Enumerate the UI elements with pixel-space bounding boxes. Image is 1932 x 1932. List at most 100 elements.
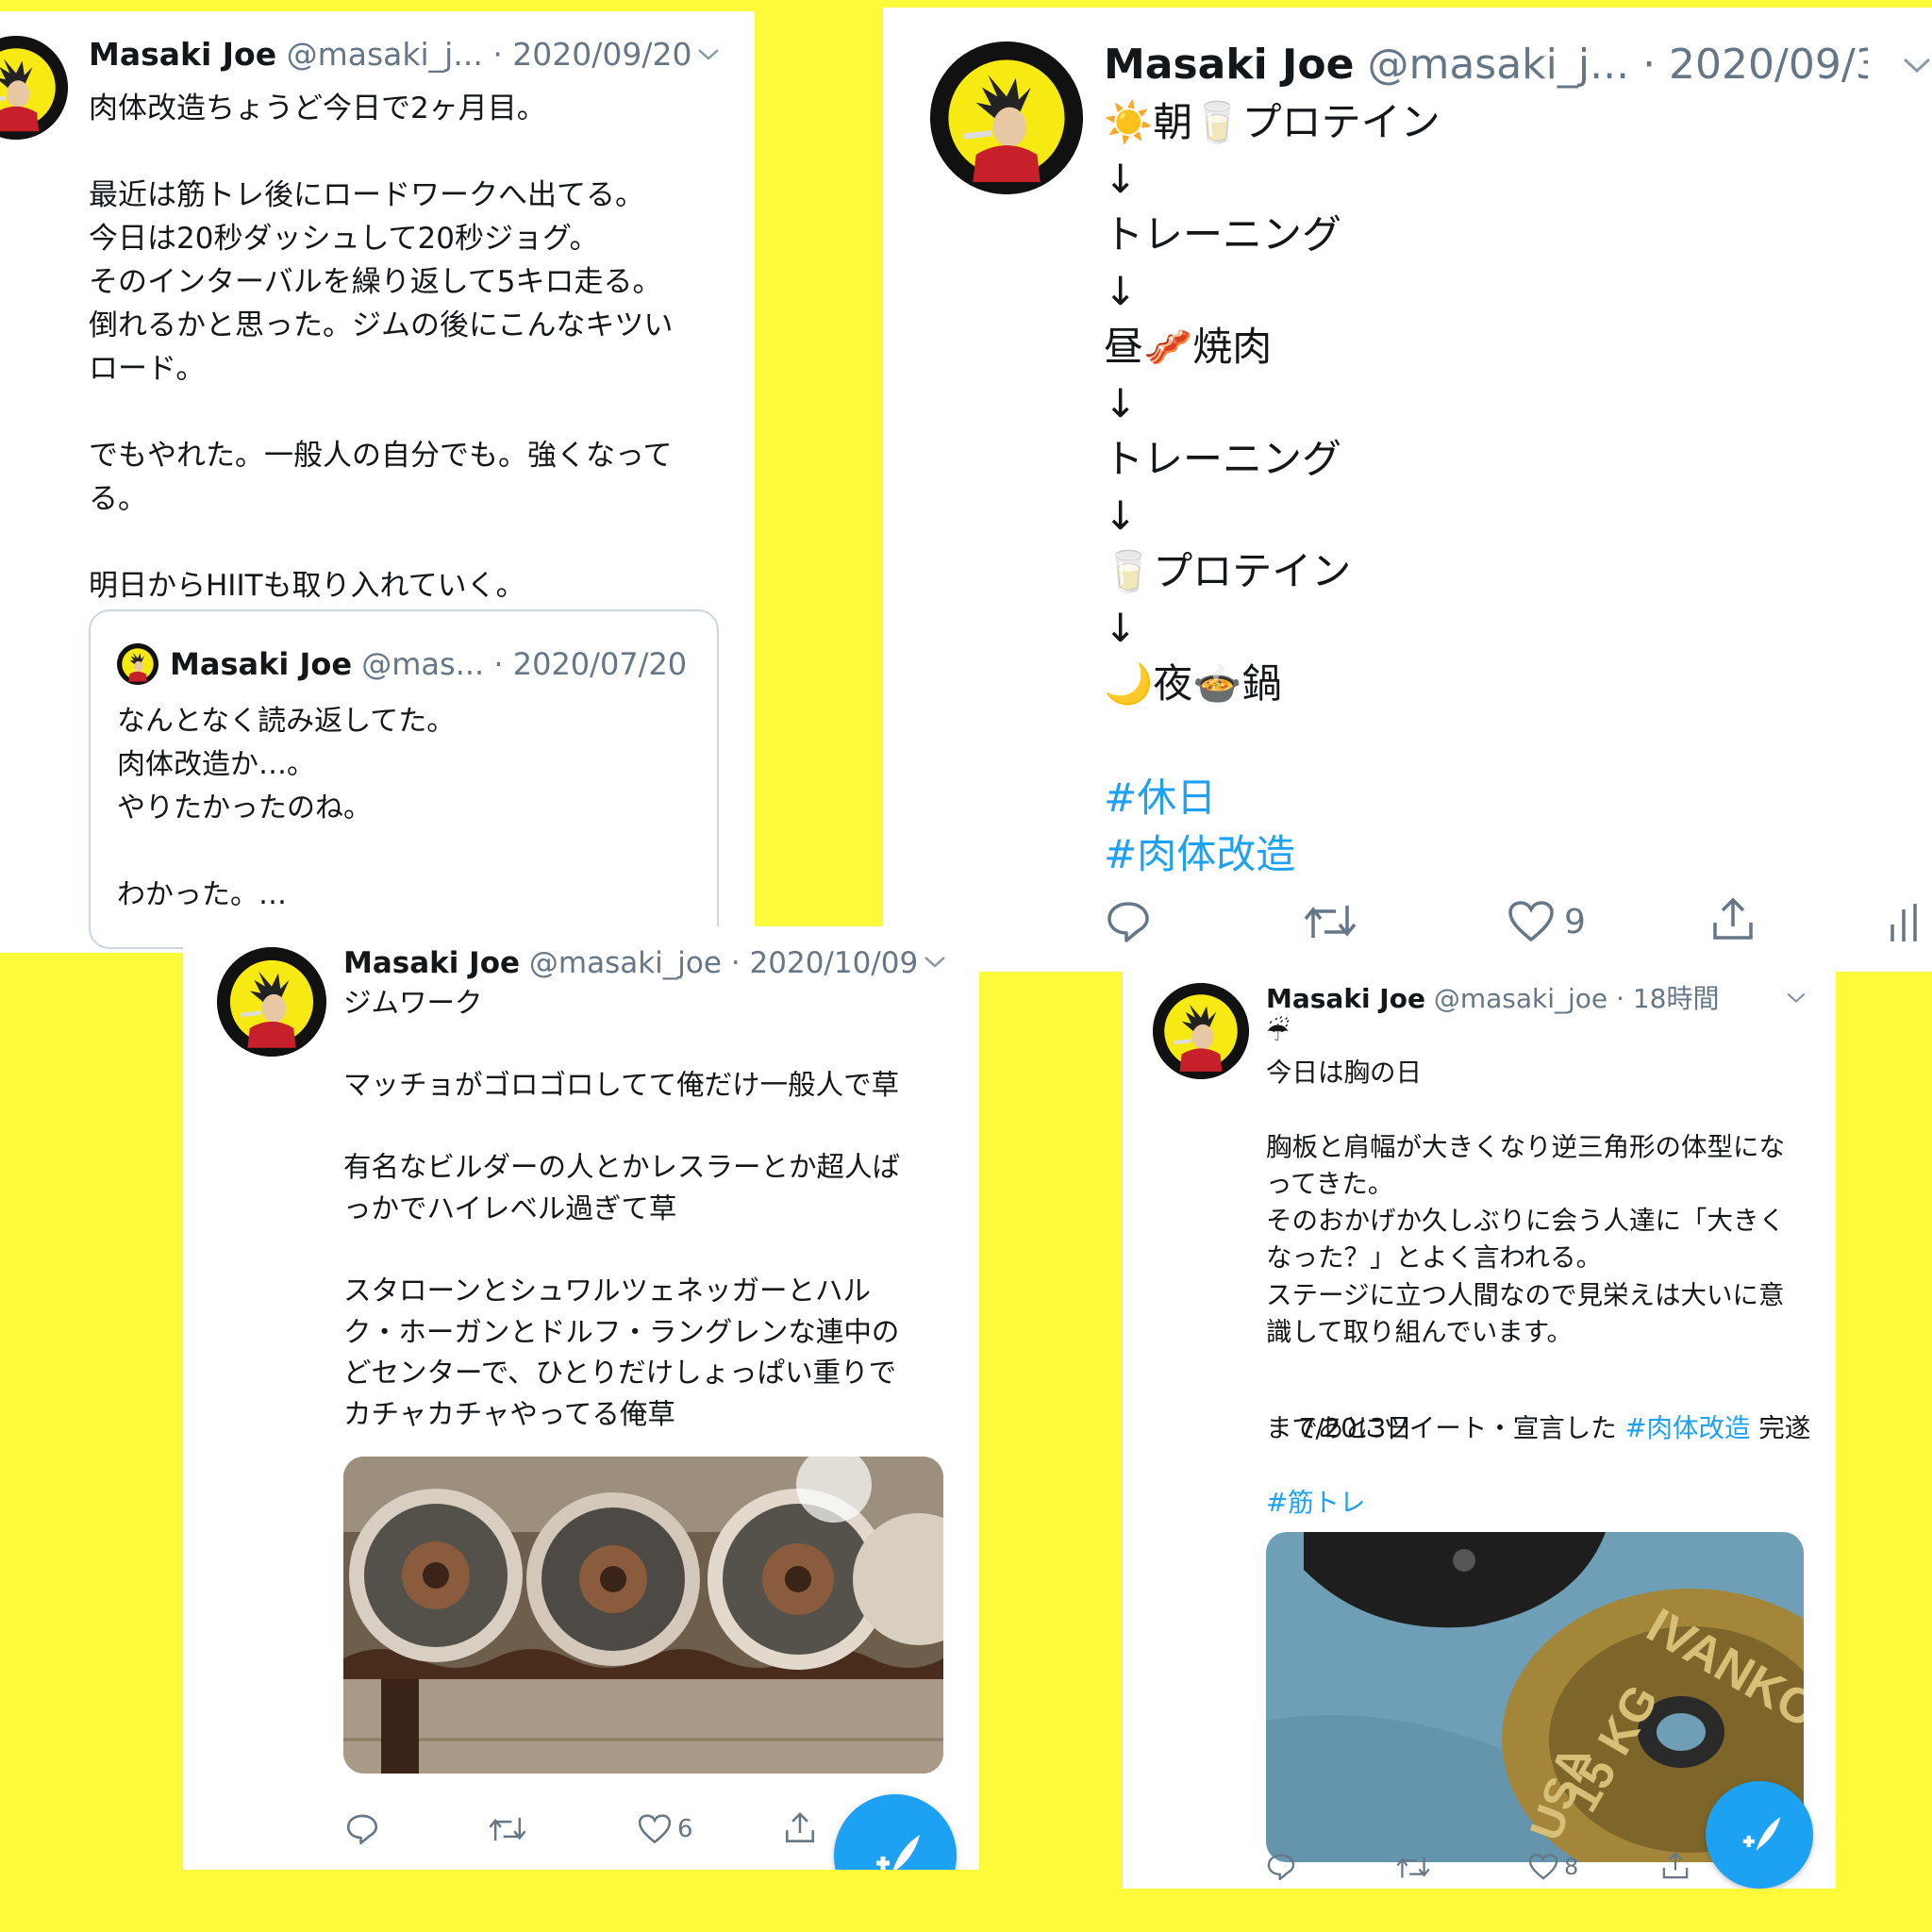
retweet-button[interactable] (1304, 902, 1357, 941)
tweet-text: 肉体改造ちょうど今日で2ヶ月目。 最近は筋トレ後にロードワークへ出てる。 今日は2… (89, 87, 740, 608)
analytics-button[interactable] (1887, 900, 1924, 945)
heart-icon (1528, 1854, 1558, 1880)
author-name[interactable]: Masaki Joe (1266, 983, 1425, 1014)
text-line: そのおかげか久しぶりに会う人達に「大きく (1266, 1206, 1785, 1237)
quote-author-handle: @mas... (361, 646, 485, 682)
avatar[interactable] (217, 947, 326, 1057)
compose-tweet-button[interactable] (834, 1794, 957, 1870)
text-line: わかった。… (117, 878, 287, 911)
author-handle[interactable]: @masaki_joe (529, 946, 722, 980)
share-button[interactable] (1660, 1851, 1690, 1881)
text-line: カチャカチャやってる俺草 (343, 1397, 675, 1430)
hashtag-link[interactable]: #休日 (1104, 770, 1216, 826)
text-line: 🌙夜🍲鍋 (1104, 660, 1282, 707)
text-line (89, 130, 740, 174)
quote-header: Masaki Joe @mas... · 2020/07/20 (170, 643, 708, 685)
reply-button[interactable] (1106, 900, 1151, 943)
text-line: ↓ (1104, 155, 1138, 202)
text-line: 倒れるかと思った。ジムの後にこんなキツい (89, 308, 674, 342)
analytics-icon (1890, 904, 1917, 941)
retweet-icon (489, 1817, 526, 1841)
retweet-button[interactable] (489, 1815, 526, 1843)
compose-tweet-button[interactable] (1706, 1781, 1813, 1889)
reply-button[interactable] (1266, 1853, 1296, 1881)
umbrella-rain-icon: ☔ (1266, 1016, 1291, 1047)
text-line: ク・ホーガンとドルフ・ラングレンな連中の (343, 1315, 900, 1348)
share-button[interactable] (1709, 896, 1757, 943)
like-button[interactable]: 6 (638, 1813, 693, 1845)
avatar[interactable] (930, 42, 1083, 194)
tweet-date[interactable]: · 2020/10/09 (731, 946, 918, 980)
text-line: ↓ (1104, 604, 1138, 651)
chevron-down-icon[interactable] (1785, 991, 1807, 1008)
text-line: 昼🥓焼肉 (1104, 324, 1273, 370)
text-line: 明日からHIITも取り入れていく。 (89, 569, 525, 603)
heart-icon (1508, 901, 1554, 942)
author-name[interactable]: Masaki Joe (89, 36, 276, 73)
text-segment: 完遂 (1750, 1413, 1811, 1444)
tweet-text: ☀️朝🥛プロテイン ↓ トレーニング ↓ 昼🥓焼肉 ↓ トレーニング ↓ 🥛プロテイン ↓ 🌙夜🍲鍋 (1104, 94, 1915, 712)
tweet-text: 今日は胸の日 胸板と肩幅が大きくなり逆三角形の体型にな ってきた。 そのおかげか久し… (1266, 1055, 1823, 1389)
text-line: 識して取り組んでいます。 (1266, 1317, 1574, 1348)
avatar[interactable] (1153, 983, 1249, 1079)
share-icon (1713, 897, 1753, 940)
text-line: ロード。 (89, 352, 206, 386)
tweet-photo[interactable] (343, 1457, 943, 1774)
text-line: なった？」とよく言われる。 (1266, 1242, 1603, 1274)
text-line: 有名なビルダーの人とかレスラーとか超人ば (343, 1151, 901, 1184)
text-line: やりたかったのね。 (117, 791, 372, 824)
tweet-header: Masaki Joe @masaki_j... · 2020/09/30 (1104, 38, 1868, 92)
author-handle[interactable]: @masaki_j... (1367, 41, 1629, 89)
share-icon (1662, 1851, 1689, 1879)
text-line: トレーニング (1104, 436, 1342, 482)
text-line (343, 1107, 957, 1148)
compose-feather-icon (876, 1835, 920, 1870)
text-line (1266, 1091, 1823, 1128)
text-line: 最近は筋トレ後にロードワークへ出てる。 (89, 178, 644, 212)
reply-button[interactable] (345, 1813, 379, 1845)
text-line: そのインターバルを繰り返して5キロ走る。 (89, 265, 662, 299)
avatar[interactable] (0, 36, 68, 140)
text-line: スタローンとシュワルツェネッガーとハル (343, 1274, 872, 1307)
text-line (343, 1024, 957, 1066)
text-line: どセンターで、ひとりだけしょっぱい重りで (343, 1357, 897, 1390)
tweet-header: Masaki Joe @masaki_j... · 2020/09/20 (89, 34, 730, 75)
text-line (89, 391, 740, 434)
text-line: マッチョがゴロゴロしてて俺だけ一般人で草 (343, 1069, 900, 1102)
text-line: ステージに立つ人間なので見栄えは大いに意 (1266, 1279, 1785, 1310)
author-name[interactable]: Masaki Joe (1104, 41, 1354, 89)
reply-icon (1108, 902, 1149, 942)
tweet-card-4: Masaki Joe @masaki_joe · 18時間 ☔ 今日は胸の日 胸… (1123, 968, 1836, 1889)
tweet-text: ジムワーク マッチョがゴロゴロしてて俺だけ一般人で草 有名なビルダーの人とかレス… (343, 983, 957, 1436)
like-count: 9 (1564, 902, 1586, 941)
author-handle[interactable]: @masaki_joe (1434, 983, 1607, 1014)
text-line: 今日は胸の日 (1266, 1058, 1422, 1088)
text-line: 肉体改造ちょうど今日で2ヶ月目。 (89, 92, 546, 125)
text-line: 胸板と肩幅が大きくなり逆三角形の体型にな (1266, 1131, 1785, 1162)
reply-icon (1267, 1854, 1295, 1881)
share-button[interactable] (783, 1811, 817, 1845)
hashtag-link[interactable]: #肉体改造 (1624, 1413, 1750, 1443)
text-line: 🥛プロテイン (1104, 548, 1352, 594)
hashtag-link[interactable]: #筋トレ (1266, 1485, 1366, 1522)
tweet-date[interactable]: · 2020/09/30 (1642, 41, 1868, 89)
like-button[interactable]: 9 (1507, 900, 1586, 943)
author-handle[interactable]: @masaki_j... (287, 36, 483, 73)
tweet-date[interactable]: · 18時間 (1616, 983, 1719, 1014)
author-name[interactable]: Masaki Joe (343, 946, 520, 980)
hashtag-link[interactable]: #肉体改造 (1104, 826, 1295, 883)
chevron-down-icon[interactable] (923, 955, 947, 974)
like-button[interactable]: 8 (1528, 1853, 1578, 1881)
compose-feather-icon (1742, 1817, 1781, 1852)
tweet-date[interactable]: · 2020/09/20 (492, 36, 691, 73)
tweet-card-3: Masaki Joe @masaki_joe · 2020/10/09 ジムワー… (183, 926, 979, 1870)
text-line: 肉体改造か…。 (117, 748, 315, 781)
quoted-tweet[interactable]: Masaki Joe @mas... · 2020/07/20 なんとなく読み返… (89, 609, 719, 949)
chevron-down-icon[interactable] (696, 47, 721, 66)
quote-author-name: Masaki Joe (170, 646, 353, 682)
retweet-button[interactable] (1396, 1855, 1430, 1880)
tweet-card-2: Masaki Joe @masaki_j... · 2020/09/30 ☀️朝… (883, 8, 1932, 972)
chevron-down-icon[interactable] (1902, 57, 1932, 79)
quote-date: · 2020/07/20 (493, 646, 688, 682)
quote-text: なんとなく読み返してた。 肉体改造か…。 やりたかったのね。 わかった。… (117, 700, 702, 917)
